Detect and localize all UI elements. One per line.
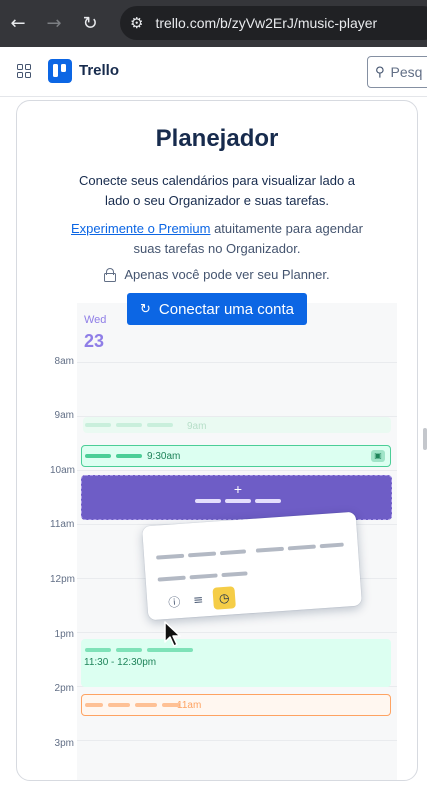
event-time: 11am [177, 700, 202, 711]
scrollbar[interactable] [423, 428, 427, 450]
plus-icon: + [233, 481, 243, 497]
connect-button-label: Conectar uma conta [158, 300, 294, 318]
privacy-text: Apenas você pode ver seu Planner. [124, 267, 330, 282]
hour-label: 10am [50, 465, 76, 476]
event-card-icon: ▣ [371, 450, 385, 462]
clock-icon[interactable]: ◷ [212, 586, 236, 610]
info-icon[interactable]: ⓘ [163, 590, 186, 613]
hour-label: 1pm [54, 629, 74, 640]
brand-name[interactable]: Trello [79, 62, 119, 79]
hour-label: 8am [54, 356, 74, 367]
forward-icon[interactable]: → [36, 0, 72, 47]
lock-icon [104, 268, 117, 282]
back-icon[interactable]: ← [0, 0, 36, 47]
hour-label: 9am [54, 410, 74, 421]
app-switcher-icon[interactable] [17, 64, 31, 78]
hour-label: 3pm [54, 738, 74, 749]
privacy-note: Apenas você pode ver seu Planner. [17, 267, 417, 282]
event-time: 11:30 - 12:30pm [84, 657, 157, 668]
hour-label: 11am [50, 519, 75, 530]
premium-link[interactable]: Experimente o Premium [71, 221, 210, 236]
premium-text: Experimente o Premium atuitamente para a… [67, 219, 367, 259]
search-placeholder: Pesq [390, 64, 423, 80]
search-icon: ⚲ [375, 64, 385, 80]
hour-label: 2pm [54, 683, 74, 694]
hour-label: 12pm [50, 574, 76, 585]
site-settings-icon[interactable]: ⚙ [130, 14, 143, 32]
card-popup: ⓘ ≡ ◷ [141, 511, 363, 621]
mouse-cursor-icon [164, 621, 181, 647]
planner-description: Conecte seus calendários para visualizar… [78, 173, 356, 208]
search-input[interactable]: ⚲ Pesq [367, 56, 427, 88]
day-label: Wed [84, 314, 107, 326]
page-title: Planejador [155, 125, 279, 152]
address-bar[interactable]: ⚙ trello.com/b/zyVw2ErJ/music-player [120, 6, 427, 40]
day-number: 23 [84, 331, 105, 351]
trello-logo-icon[interactable] [48, 59, 72, 83]
planner-panel: Planejador Conecte seus calendários para… [16, 100, 418, 781]
event-time: 9am [187, 421, 207, 432]
sync-icon: ↻ [140, 301, 151, 317]
trello-header: Trello ⚲ Pesq [0, 47, 427, 97]
description-icon[interactable]: ≡ [186, 588, 209, 611]
url-text: trello.com/b/zyVw2ErJ/music-player [155, 15, 378, 31]
event-time: 9:30am [147, 451, 181, 462]
reload-icon[interactable]: ↻ [72, 0, 108, 47]
connect-account-button[interactable]: ↻ Conectar uma conta [127, 293, 307, 325]
browser-toolbar: ← → ↻ ⚙ trello.com/b/zyVw2ErJ/music-play… [0, 0, 427, 47]
